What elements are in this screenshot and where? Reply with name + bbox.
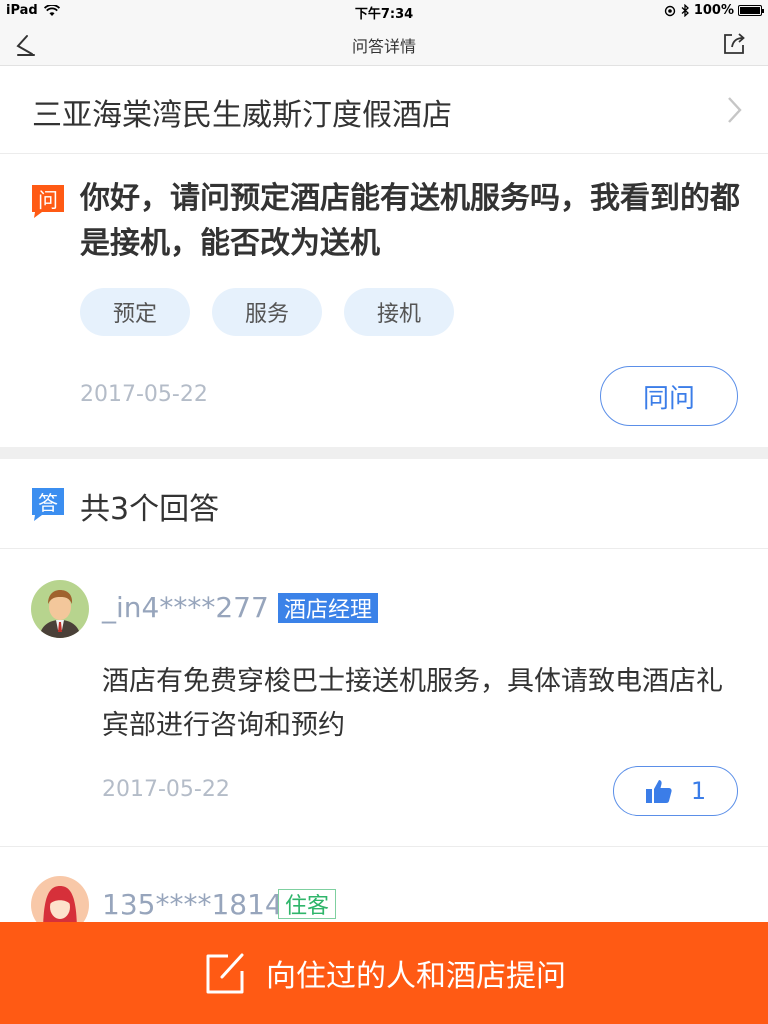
divider [0,846,768,847]
hotel-name: 三亚海棠湾民生威斯汀度假酒店 [32,98,452,133]
chevron-right-icon [728,97,742,123]
svg-text:问: 问 [38,188,58,212]
bluetooth-icon [681,4,689,17]
location-icon [664,5,676,16]
question-date: 2017-05-22 [80,382,208,407]
answer-date: 2017-05-22 [102,777,230,802]
role-badge: 酒店经理 [278,593,379,623]
answer-user-name[interactable]: 135****1814 [102,888,283,921]
like-button[interactable]: 1 [613,766,738,816]
answer-badge-icon: 答 [32,488,64,521]
avatar[interactable] [31,580,89,638]
answer-user-name[interactable]: _in4****277 [102,591,269,624]
thumbs-up-icon [645,780,672,803]
ask-question-label: 向住过的人和酒店提问 [266,959,566,994]
status-time: 下午7:34 [354,7,414,22]
tag-item[interactable]: 服务 [212,288,322,336]
divider [0,548,768,549]
tag-item[interactable]: 接机 [344,288,454,336]
edit-icon [206,953,244,994]
battery-icon [738,5,764,16]
question-badge-icon: 问 [32,185,64,218]
answer-count: 共3个回答 [80,492,220,527]
svg-text:答: 答 [38,491,58,515]
nav-bar: 问答详情 [0,22,768,66]
hotel-link-row[interactable]: 三亚海棠湾民生威斯汀度假酒店 [0,66,768,154]
answer-text: 酒店有免费穿梭巴士接送机服务，具体请致电酒店礼宾部进行咨询和预约 [102,666,723,741]
role-badge: 住客 [278,889,337,919]
section-divider [0,447,768,459]
share-icon[interactable] [720,30,748,58]
battery-percent: 100% [693,3,734,18]
page-title: 问答详情 [351,37,416,56]
question-tags: 预定 服务 接机 [80,288,454,336]
ask-question-button[interactable]: 向住过的人和酒店提问 [0,922,768,1024]
same-question-button[interactable]: 同问 [600,366,738,426]
status-bar: iPad 下午7:34 100% [0,0,768,22]
like-count: 1 [690,777,707,805]
tag-item[interactable]: 预定 [80,288,190,336]
question-text: 你好，请问预定酒店能有送机服务吗，我看到的都是接机，能否改为送机 [80,181,740,261]
